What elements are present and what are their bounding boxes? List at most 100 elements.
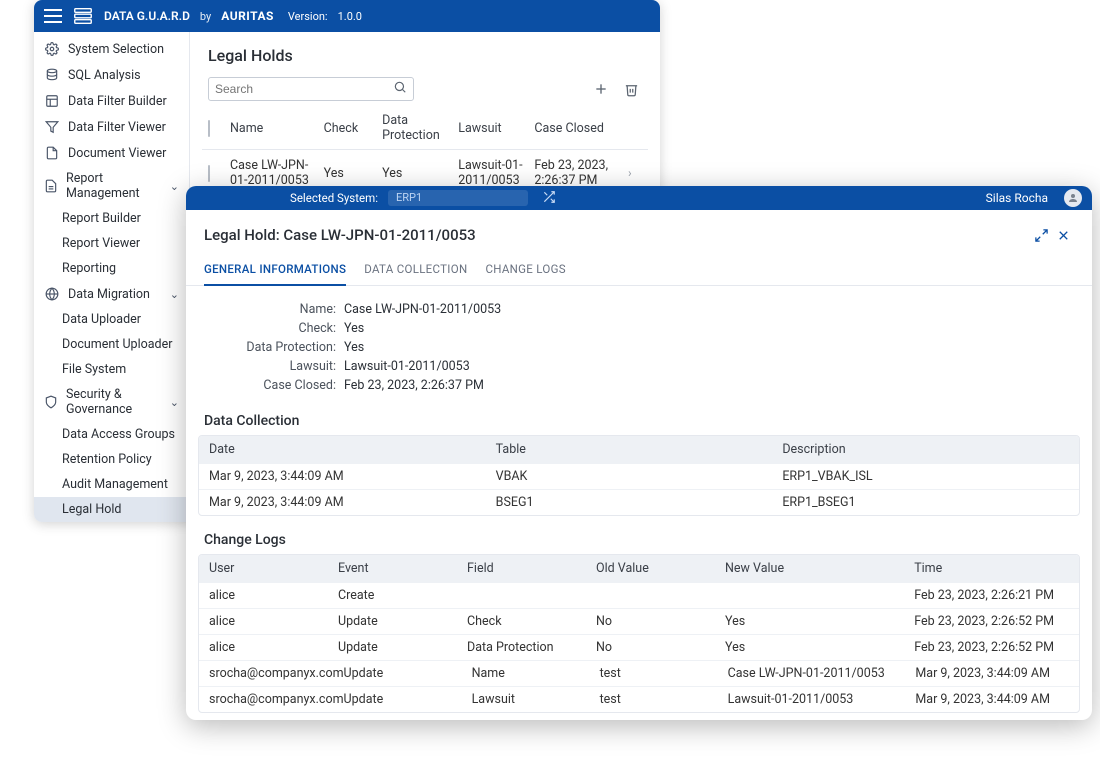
sidebar-item-data-uploader[interactable]: Data Uploader — [34, 307, 189, 332]
tab-data-collection[interactable]: DATA COLLECTION — [364, 256, 467, 285]
table-row[interactable]: srocha@companyx.comUpdateLawsuittestLaws… — [199, 686, 1079, 712]
doc-icon — [44, 145, 60, 161]
table-row[interactable]: Mar 9, 2023, 3:44:09 AMVBAKERP1_VBAK_ISL — [199, 463, 1079, 489]
sidebar-item-audit-management[interactable]: Audit Management — [34, 472, 189, 497]
cell-closed: Feb 23, 2023, 2:26:37 PM — [534, 158, 628, 188]
cell-new — [725, 588, 914, 603]
vendor-name: AURITAS — [221, 9, 274, 23]
cell-table: BSEG1 — [496, 495, 783, 510]
cell-event: Update — [338, 640, 467, 655]
cell-name: Case LW-JPN-01-2011/0053 — [230, 158, 324, 188]
cell-desc: ERP1_VBAK_ISL — [782, 469, 1069, 484]
sidebar-item-data-access-groups[interactable]: Data Access Groups — [34, 422, 189, 447]
app-name: DATA G.U.A.R.D — [104, 9, 190, 23]
change-logs-heading: Change Logs — [186, 520, 1092, 554]
tab-general-informations[interactable]: GENERAL INFORMATIONS — [204, 256, 346, 286]
col-time: Time — [914, 561, 1069, 576]
switch-system-icon[interactable] — [542, 190, 556, 207]
add-button[interactable] — [590, 78, 612, 100]
cell-new: Yes — [725, 614, 914, 629]
delete-button[interactable] — [620, 78, 642, 100]
cell-user: alice — [209, 640, 338, 655]
cell-table: VBAK — [496, 469, 783, 484]
sidebar-item-label: Security & Governance — [66, 387, 162, 417]
sidebar-item-report-builder[interactable]: Report Builder — [34, 206, 189, 231]
cell-time: Feb 23, 2023, 2:26:52 PM — [914, 640, 1069, 655]
close-icon[interactable] — [1052, 224, 1074, 246]
info-closed-label: Case Closed: — [204, 378, 344, 393]
avatar[interactable] — [1064, 189, 1082, 207]
cell-field: Lawsuit — [472, 692, 600, 707]
sidebar-item-label: Data Access Groups — [62, 427, 175, 442]
cell-event: Update — [344, 666, 472, 681]
table-header: Name Check Data Protection Lawsuit Case … — [202, 107, 648, 150]
table-row[interactable]: srocha@companyx.comUpdateNametestCase LW… — [199, 660, 1079, 686]
system-select[interactable]: ERP1 — [388, 190, 528, 206]
chevron-down-icon: ⌄ — [170, 396, 179, 409]
sql-icon — [44, 67, 60, 83]
chevron-right-icon[interactable]: › — [628, 166, 648, 180]
tab-change-logs[interactable]: CHANGE LOGS — [485, 256, 565, 285]
col-new: New Value — [725, 561, 914, 576]
cell-date: Mar 9, 2023, 3:44:09 AM — [209, 469, 496, 484]
sidebar-item-data-filter-builder[interactable]: Data Filter Builder — [34, 88, 189, 114]
sidebar-item-report-viewer[interactable]: Report Viewer — [34, 231, 189, 256]
sidebar-item-label: Reporting — [62, 261, 116, 276]
cell-lawsuit: Lawsuit-01-2011/0053 — [458, 158, 534, 188]
table-header: User Event Field Old Value New Value Tim… — [199, 555, 1079, 582]
sidebar-item-file-system[interactable]: File System — [34, 357, 189, 382]
info-name-value: Case LW-JPN-01-2011/0053 — [344, 302, 501, 317]
cell-time: Mar 9, 2023, 3:44:09 AM — [915, 692, 1069, 707]
sidebar-item-legal-hold[interactable]: Legal Hold — [34, 497, 189, 522]
data-collection-heading: Data Collection — [186, 401, 1092, 435]
search-input[interactable] — [215, 82, 393, 96]
cell-time: Mar 9, 2023, 3:44:09 AM — [915, 666, 1069, 681]
chevron-down-icon: ⌄ — [170, 288, 179, 301]
sidebar-item-security-governance[interactable]: Security & Governance ⌄ — [34, 382, 189, 422]
sidebar-item-sql-analysis[interactable]: SQL Analysis — [34, 62, 189, 88]
titlebar: DATA G.U.A.R.D by AURITAS Version: 1.0.0 — [34, 0, 660, 32]
sidebar-item-report-management[interactable]: Report Management⌄ — [34, 166, 189, 206]
cell-time: Feb 23, 2023, 2:26:21 PM — [914, 588, 1069, 603]
select-all-checkbox[interactable] — [208, 120, 210, 137]
cell-time: Feb 23, 2023, 2:26:52 PM — [914, 614, 1069, 629]
table-row[interactable]: aliceUpdateData ProtectionNoYesFeb 23, 2… — [199, 634, 1079, 660]
sidebar-item-retention-policy[interactable]: Retention Policy — [34, 447, 189, 472]
sidebar-item-document-viewer[interactable]: Document Viewer — [34, 140, 189, 166]
cell-event: Update — [338, 614, 467, 629]
cell-user: srocha@companyx.com — [209, 692, 344, 707]
cell-new: Lawsuit-01-2011/0053 — [728, 692, 916, 707]
sidebar-item-label: Audit Management — [62, 477, 168, 492]
table-row[interactable]: aliceUpdateCheckNoYesFeb 23, 2023, 2:26:… — [199, 608, 1079, 634]
table-row[interactable]: aliceCreateFeb 23, 2023, 2:26:21 PM — [199, 582, 1079, 608]
table-row[interactable]: Mar 9, 2023, 3:44:09 AMBSEG1ERP1_BSEG1 — [199, 489, 1079, 515]
cell-old: No — [596, 640, 725, 655]
sidebar-item-data-migration[interactable]: Data Migration ⌄ — [34, 281, 189, 307]
col-table: Table — [496, 442, 783, 457]
sidebar-item-label: SQL Analysis — [68, 68, 141, 83]
hamburger-icon[interactable] — [44, 9, 62, 23]
data-collection-table: Date Table Description Mar 9, 2023, 3:44… — [198, 435, 1080, 516]
cell-new: Case LW-JPN-01-2011/0053 — [728, 666, 916, 681]
row-checkbox[interactable] — [208, 165, 210, 182]
current-user: Silas Rocha — [986, 191, 1048, 205]
cell-old: test — [600, 666, 728, 681]
sidebar-item-data-filter-viewer[interactable]: Data Filter Viewer — [34, 114, 189, 140]
info-dp-label: Data Protection: — [204, 340, 344, 355]
sidebar-item-label: File System — [62, 362, 126, 377]
search-input-wrap[interactable] — [208, 77, 414, 101]
filter-icon — [44, 119, 60, 135]
sidebar-item-label: Data Filter Viewer — [68, 120, 166, 135]
expand-icon[interactable] — [1030, 224, 1052, 246]
info-lawsuit-label: Lawsuit: — [204, 359, 344, 374]
sidebar-item-document-uploader[interactable]: Document Uploader — [34, 332, 189, 357]
cell-event: Create — [338, 588, 467, 603]
sidebar-item-reporting[interactable]: Reporting — [34, 256, 189, 281]
cell-date: Mar 9, 2023, 3:44:09 AM — [209, 495, 496, 510]
tabs: GENERAL INFORMATIONS DATA COLLECTION CHANG… — [186, 250, 1092, 286]
col-data-protection: Data Protection — [382, 113, 458, 143]
legal-hold-detail-window: Selected System: ERP1 Silas Rocha Legal … — [186, 186, 1092, 720]
sidebar-item-label: Data Migration — [68, 287, 150, 302]
sidebar-item-system-selection[interactable]: System Selection — [34, 36, 189, 62]
search-icon[interactable] — [393, 80, 407, 98]
